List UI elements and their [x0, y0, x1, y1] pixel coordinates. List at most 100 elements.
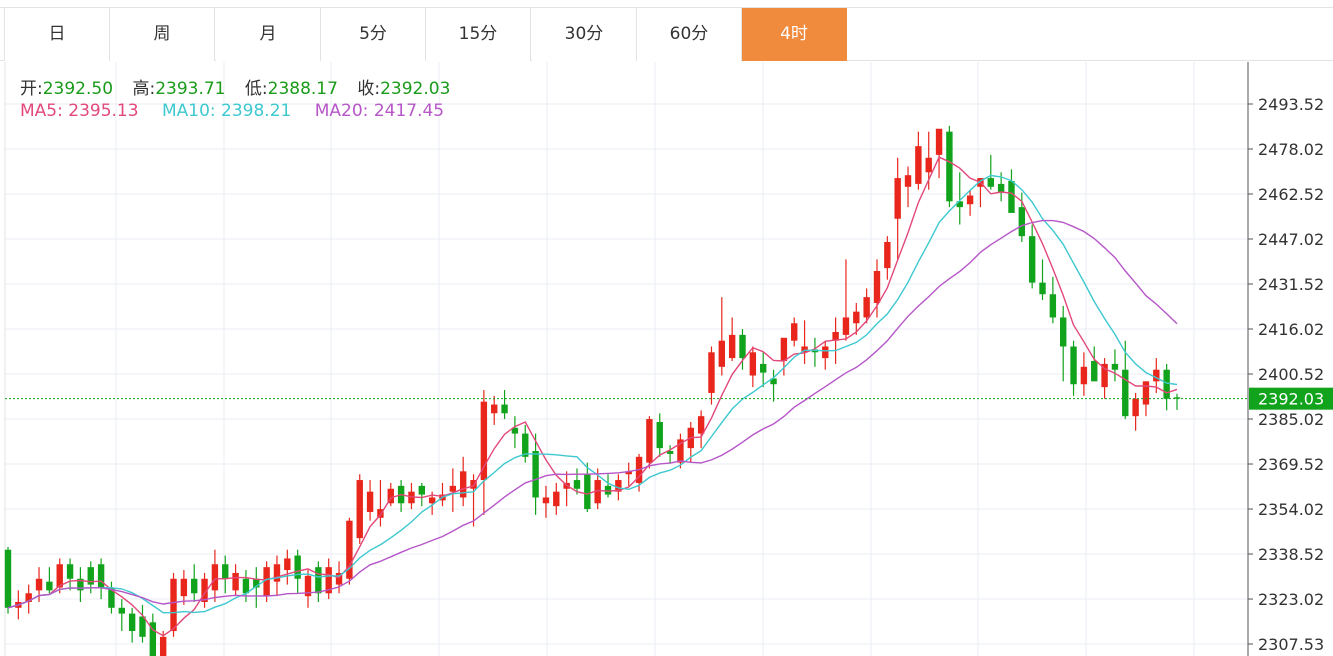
candle-body	[718, 340, 726, 367]
candle-body	[263, 567, 270, 597]
candle-body	[1028, 236, 1036, 283]
y-axis-tick-label: 2431.52	[1258, 275, 1324, 294]
candle-body	[35, 578, 43, 591]
candle-body	[1070, 346, 1077, 385]
open-label: 开:	[20, 79, 43, 99]
candle-body	[946, 131, 953, 202]
candle-body	[1132, 398, 1139, 417]
low-label: 低:	[244, 79, 268, 99]
ma10-value: 2398.21	[221, 101, 292, 121]
candle-body	[315, 567, 322, 594]
candle-body	[1122, 369, 1129, 417]
candle-body	[915, 146, 922, 184]
ma20-line	[7, 219, 1178, 609]
candle-body	[449, 485, 457, 492]
candle-body	[1091, 361, 1098, 382]
candle-body	[1142, 381, 1150, 405]
candle-body	[1060, 317, 1067, 347]
candle-body	[935, 128, 943, 155]
candle-body	[822, 346, 829, 359]
candle-body	[894, 178, 901, 219]
candle-body	[904, 175, 912, 187]
ma20-label: MA20:	[314, 101, 369, 121]
kline-widget: 日周月 5分 15分 30分 60分 4时 2493.52 2478.02 2462.52 24…	[0, 0, 1333, 656]
y-axis-tick-label: 2385.02	[1258, 410, 1324, 429]
ma5-label: MA5:	[20, 101, 63, 121]
candle-body	[728, 334, 736, 359]
candle-body	[4, 549, 12, 608]
candle-body	[842, 317, 850, 335]
candle-body	[428, 497, 436, 504]
candle-body	[418, 485, 426, 495]
candle-body	[884, 241, 891, 269]
ma10-legend: MA10: 2398.21	[162, 101, 291, 121]
y-axis-tick-label: 2400.52	[1258, 365, 1324, 384]
ma10-line	[7, 174, 1178, 614]
y-axis-tick-label: 2462.52	[1258, 185, 1324, 204]
candle-body	[759, 363, 767, 373]
candle-body	[159, 636, 167, 656]
candle-body	[697, 416, 705, 434]
candle-body	[191, 578, 198, 594]
candle-body	[118, 607, 125, 614]
candle-body	[170, 578, 177, 632]
y-axis-tick-label: 2447.02	[1258, 230, 1324, 249]
candle-body	[780, 337, 788, 362]
candle-body	[501, 404, 508, 414]
candle-body	[1049, 294, 1057, 318]
candle-body	[853, 311, 860, 324]
open-value: 2392.50	[42, 79, 114, 99]
candle-body	[232, 572, 239, 591]
ma20-legend: MA20: 2417.45	[315, 101, 444, 121]
candle-body	[97, 564, 105, 588]
y-axis-tick-label: 2338.52	[1258, 545, 1324, 564]
candle-body	[1039, 282, 1046, 295]
ma20-value: 2417.45	[373, 101, 445, 121]
candle-body	[966, 195, 974, 205]
ma5-value: 2395.13	[68, 101, 139, 121]
y-axis-tick-label: 2416.02	[1258, 320, 1324, 339]
low-value: 2388.17	[267, 79, 338, 99]
candle-body	[584, 474, 591, 510]
y-axis-tick-label: 2323.02	[1258, 590, 1324, 609]
candle-body	[573, 480, 581, 489]
candle-body	[656, 421, 663, 449]
candle-body	[532, 451, 539, 498]
candle-body	[863, 297, 870, 318]
last-price-tag: 2392.03	[1258, 390, 1324, 409]
candle-body	[791, 323, 798, 341]
candle-body	[356, 480, 363, 539]
candle-body	[1163, 369, 1170, 399]
candle-body	[604, 485, 612, 495]
candle-body	[749, 352, 757, 376]
candle-body	[646, 419, 653, 463]
high-value: 2393.71	[155, 79, 226, 99]
y-axis-tick-label: 2478.02	[1258, 140, 1324, 159]
high-label: 高:	[132, 79, 156, 99]
candle-body	[180, 578, 188, 597]
candle-body	[708, 352, 715, 393]
candle-body	[242, 578, 250, 594]
ma-legend: MA5: 2395.13 MA10: 2398.21 MA20: 2417.45	[20, 101, 444, 121]
candle-body	[66, 564, 74, 579]
candle-body	[873, 271, 881, 303]
y-axis-tick-label: 2354.02	[1258, 500, 1324, 519]
candle-body	[1008, 180, 1015, 213]
candle-body	[739, 334, 746, 359]
candle-body	[128, 613, 136, 632]
y-axis-tick-label: 2307.53	[1258, 635, 1324, 654]
candle-body	[46, 581, 53, 591]
candle-body	[491, 404, 498, 414]
candle-body	[222, 564, 229, 579]
candle-body	[1080, 366, 1088, 385]
candle-body	[1111, 363, 1119, 370]
ohlc-legend: 开:2392.50 高:2393.71 低:2388.17 收:2392.03	[20, 74, 464, 99]
ma5-legend: MA5: 2395.13	[20, 101, 139, 121]
close-value: 2392.03	[380, 79, 451, 99]
close-label: 收:	[357, 79, 381, 99]
candle-body	[211, 564, 219, 591]
candle-body	[366, 491, 374, 512]
candle-body	[987, 178, 994, 187]
candle-body	[925, 157, 932, 173]
y-axis-tick-label: 2369.52	[1258, 455, 1324, 474]
